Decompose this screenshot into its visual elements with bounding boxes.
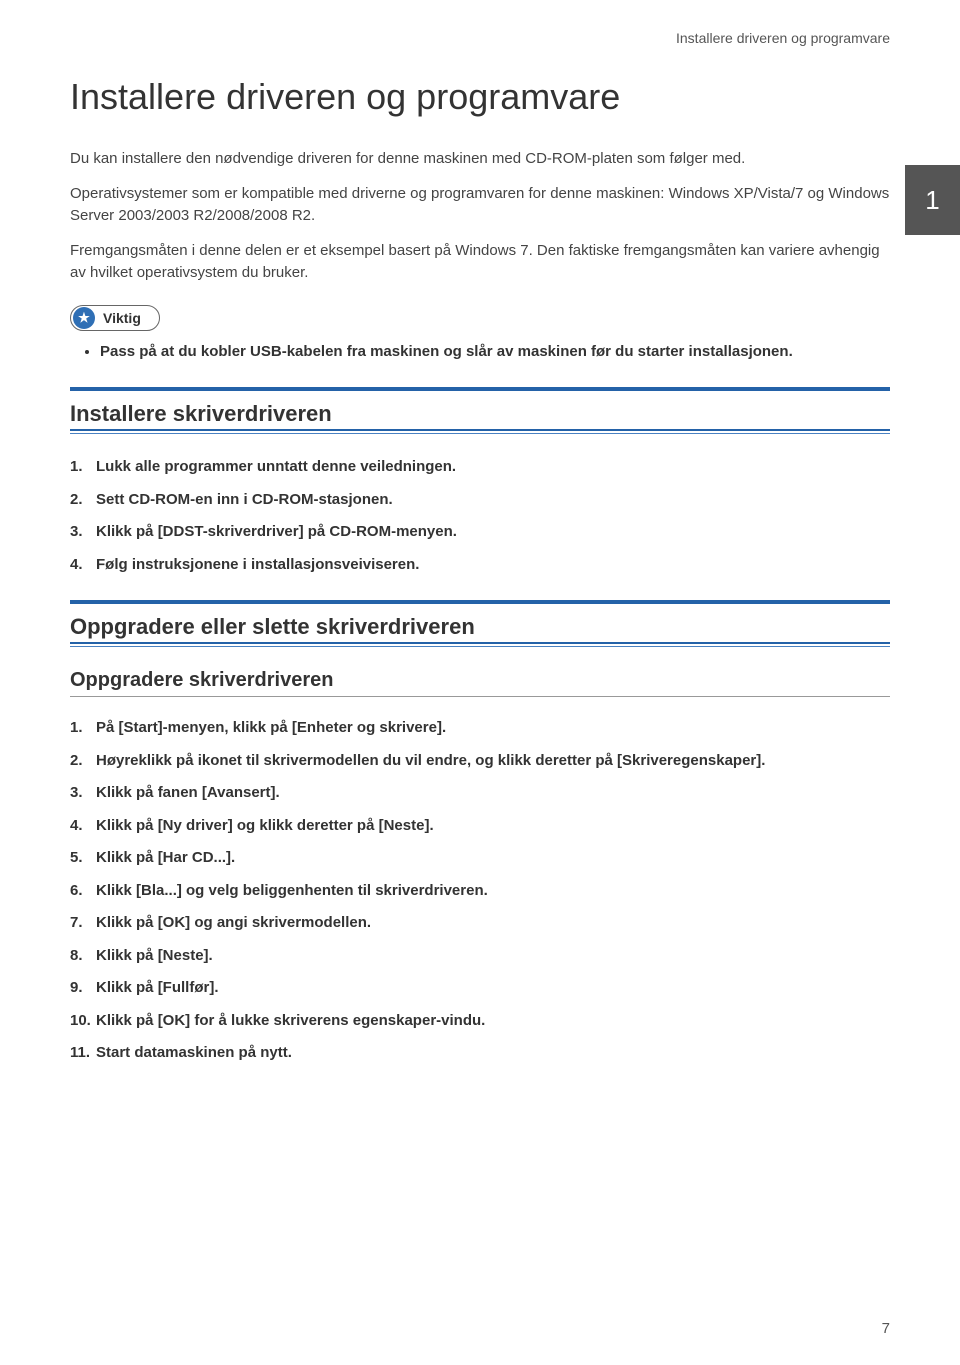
- step: 2.Sett CD-ROM-en inn i CD-ROM-stasjonen.: [70, 489, 890, 512]
- page-number: 7: [882, 1320, 890, 1337]
- step: 5.Klikk på [Har CD...].: [70, 847, 890, 870]
- step: 2.Høyreklikk på ikonet til skrivermodell…: [70, 750, 890, 773]
- section-heading-upgrade-delete: Oppgradere eller slette skriverdriveren: [70, 608, 890, 640]
- step: 3.Klikk på [DDST-skriverdriver] på CD-RO…: [70, 521, 890, 544]
- subsection-heading-upgrade: Oppgradere skriverdriveren: [70, 669, 890, 692]
- intro-paragraph: Operativsystemer som er kompatible med d…: [70, 183, 890, 228]
- callout-bullet: Pass på at du kobler USB-kabelen fra mas…: [100, 341, 890, 364]
- step: 11.Start datamaskinen på nytt.: [70, 1042, 890, 1065]
- step: 7.Klikk på [OK] og angi skrivermodellen.: [70, 912, 890, 935]
- step: 6.Klikk [Bla...] og velg beliggenhenten …: [70, 880, 890, 903]
- star-icon: ★: [73, 307, 95, 329]
- step: 4.Følg instruksjonene i installasjonsvei…: [70, 554, 890, 577]
- important-callout: ★ Viktig: [70, 305, 160, 331]
- step: 9.Klikk på [Fullfør].: [70, 977, 890, 1000]
- upgrade-steps: 1.På [Start]-menyen, klikk på [Enheter o…: [70, 717, 890, 1065]
- intro-paragraph: Du kan installere den nødvendige drivere…: [70, 148, 890, 171]
- step: 8.Klikk på [Neste].: [70, 945, 890, 968]
- step: 1.Lukk alle programmer unntatt denne vei…: [70, 456, 890, 479]
- step: 1.På [Start]-menyen, klikk på [Enheter o…: [70, 717, 890, 740]
- callout-bullet-list: Pass på at du kobler USB-kabelen fra mas…: [100, 341, 890, 364]
- page-title: Installere driveren og programvare: [70, 76, 890, 118]
- section-heading-install-driver: Installere skriverdriveren: [70, 395, 890, 427]
- chapter-number-box: 1: [905, 165, 960, 235]
- running-header: Installere driveren og programvare: [70, 30, 890, 46]
- step: 10.Klikk på [OK] for å lukke skriverens …: [70, 1010, 890, 1033]
- callout-label: Viktig: [103, 310, 141, 326]
- step: 4.Klikk på [Ny driver] og klikk deretter…: [70, 815, 890, 838]
- intro-paragraph: Fremgangsmåten i denne delen er et eksem…: [70, 240, 890, 285]
- install-steps: 1.Lukk alle programmer unntatt denne vei…: [70, 456, 890, 576]
- step: 3.Klikk på fanen [Avansert].: [70, 782, 890, 805]
